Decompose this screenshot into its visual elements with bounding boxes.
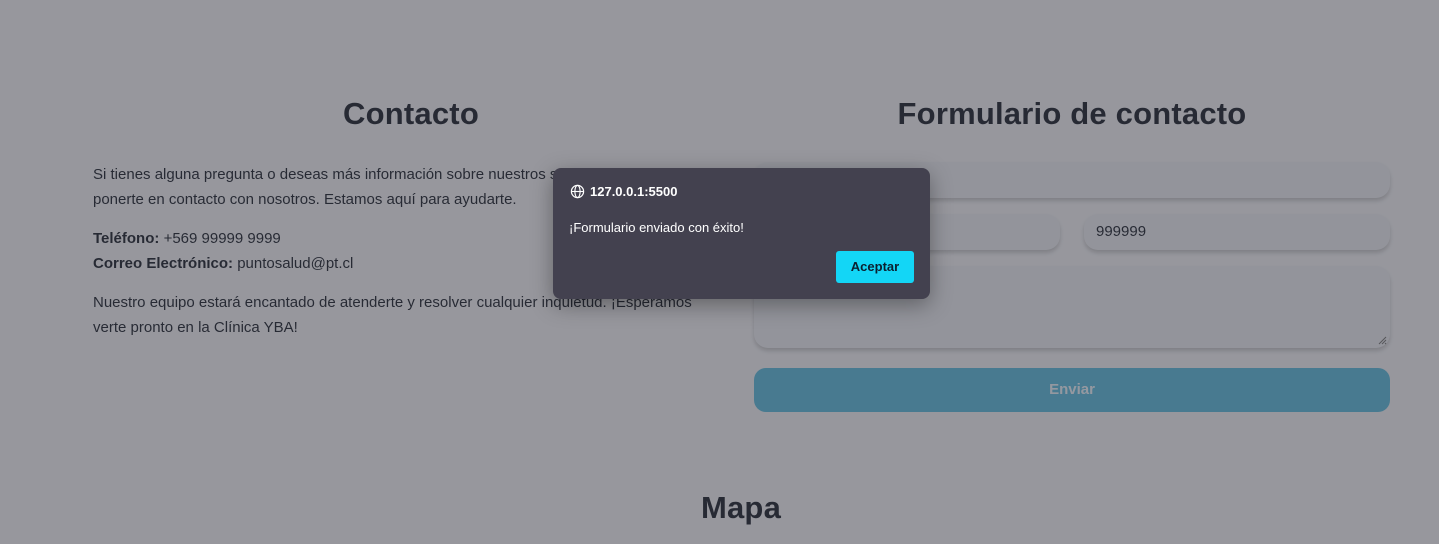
alert-dialog: 127.0.0.1:5500 ¡Formulario enviado con é…: [553, 168, 930, 299]
dialog-origin-text: 127.0.0.1:5500: [590, 184, 678, 199]
page: Contacto Si tienes alguna pregunta o des…: [0, 0, 1439, 544]
dialog-origin: 127.0.0.1:5500: [570, 184, 677, 199]
accept-button[interactable]: Aceptar: [836, 251, 914, 283]
dialog-message: ¡Formulario enviado con éxito!: [569, 220, 744, 235]
globe-icon: [570, 184, 585, 199]
